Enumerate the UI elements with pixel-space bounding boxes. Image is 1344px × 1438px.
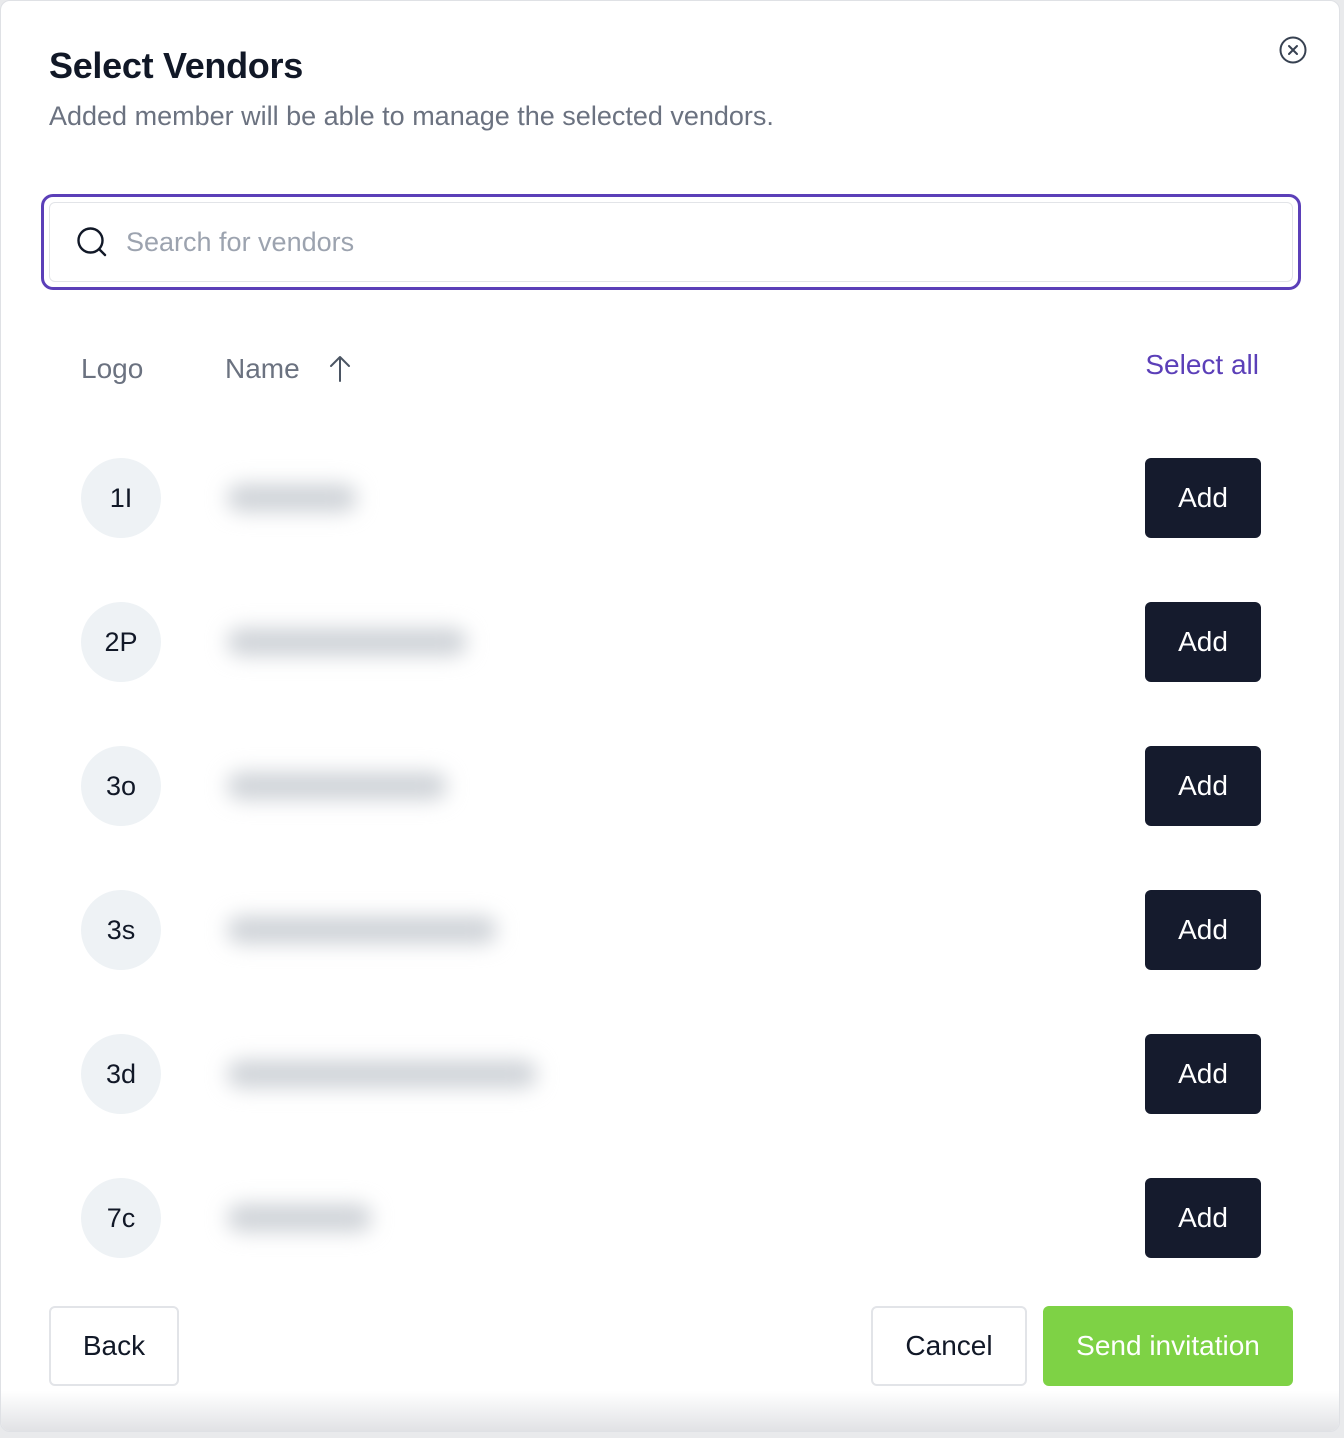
add-vendor-button[interactable]: Add [1145, 1034, 1261, 1114]
column-header-logo: Logo [81, 353, 144, 384]
select-vendors-dialog: Select Vendors Added member will be able… [0, 0, 1340, 1432]
add-vendor-button[interactable]: Add [1145, 1178, 1261, 1258]
search-field [49, 202, 1293, 282]
close-icon[interactable] [1278, 35, 1308, 65]
cancel-button[interactable]: Cancel [871, 1306, 1027, 1386]
add-vendor-button[interactable]: Add [1145, 890, 1261, 970]
arrow-up-icon[interactable] [328, 354, 352, 384]
vendor-name-redacted [227, 916, 497, 944]
vendor-row: 3s Add [1, 890, 1339, 970]
vendor-name-redacted [227, 484, 357, 512]
add-vendor-button[interactable]: Add [1145, 602, 1261, 682]
back-button[interactable]: Back [49, 1306, 179, 1386]
search-input[interactable] [124, 225, 1228, 259]
vendor-row: 7c Add [1, 1178, 1339, 1258]
vendor-avatar: 3o [81, 746, 161, 826]
search-box [41, 194, 1301, 290]
vendor-name-redacted [227, 772, 447, 800]
vendor-name-redacted [227, 628, 467, 656]
add-vendor-button[interactable]: Add [1145, 746, 1261, 826]
vendor-avatar: 3d [81, 1034, 161, 1114]
select-all-link[interactable]: Select all [1145, 349, 1259, 381]
vendor-avatar: 7c [81, 1178, 161, 1258]
dialog-title: Select Vendors [49, 45, 303, 86]
send-invitation-button[interactable]: Send invitation [1043, 1306, 1293, 1386]
vendor-avatar: 1I [81, 458, 161, 538]
vendor-avatar: 2P [81, 602, 161, 682]
search-icon [77, 227, 107, 257]
vendor-row: 3d Add [1, 1034, 1339, 1114]
vendor-avatar: 3s [81, 890, 161, 970]
vendor-name-redacted [227, 1204, 372, 1232]
add-vendor-button[interactable]: Add [1145, 458, 1261, 538]
vendor-row: 1I Add [1, 458, 1339, 538]
column-header-name-label: Name [225, 353, 300, 384]
vendor-row: 3o Add [1, 746, 1339, 826]
dialog-subtitle: Added member will be able to manage the … [49, 101, 774, 131]
column-header-name[interactable]: Name [225, 353, 352, 385]
vendor-name-redacted [227, 1060, 537, 1088]
vendor-row: 2P Add [1, 602, 1339, 682]
